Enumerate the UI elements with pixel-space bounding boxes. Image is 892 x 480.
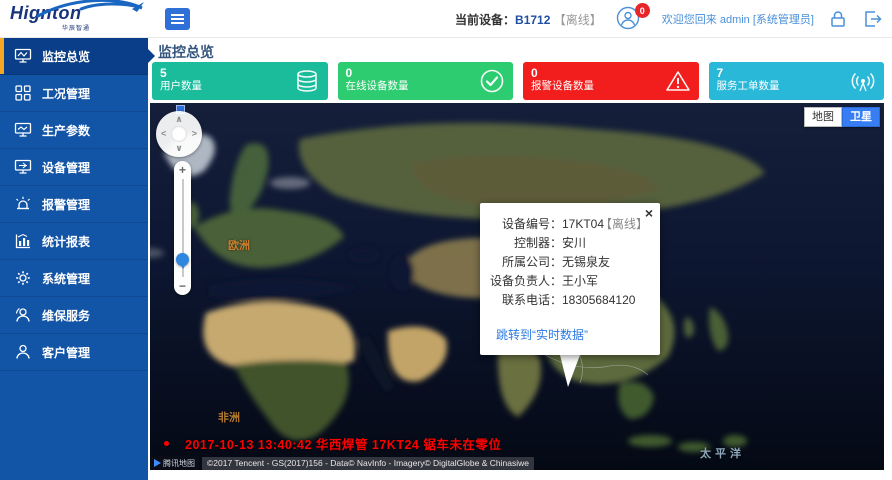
map-zoom-slider[interactable]: + − <box>174 161 191 295</box>
current-device-status: 【离线】 <box>554 13 602 27</box>
stat-cards-row: 5 用户数量 0 在线设备数量 0 报警设备数量 7 服务工单数量 <box>152 62 884 100</box>
page-title: 监控总览 <box>158 42 214 62</box>
alarm-ticker: 2017-10-13 13:40:42 华西焊管 17KT24 锯车未在零位 <box>164 434 501 453</box>
logo-swoosh-icon <box>36 0 146 18</box>
brand-logo: Hignton 华辰智通 <box>10 3 148 37</box>
popup-device-status: 【离线】 <box>600 215 648 234</box>
broadcast-icon <box>850 68 876 94</box>
lock-icon[interactable] <box>828 9 848 29</box>
menu-toggle-button[interactable] <box>165 8 190 30</box>
sidebar-item-label: 工况管理 <box>42 85 90 102</box>
gear-icon <box>14 269 32 287</box>
production-params-icon <box>14 121 32 139</box>
sidebar-item-customer-management[interactable]: 客户管理 <box>0 334 148 371</box>
sidebar-item-work-condition[interactable]: 工况管理 <box>0 75 148 112</box>
current-device-value: B1712 <box>515 13 550 27</box>
bar-chart-icon <box>14 232 32 250</box>
stat-card-online-devices: 0 在线设备数量 <box>338 62 514 100</box>
sidebar-item-device-management[interactable]: 设备管理 <box>0 149 148 186</box>
map-label-pacific: 太平洋 <box>700 445 745 461</box>
sidebar-item-maintenance-service[interactable]: 维保服务 <box>0 297 148 334</box>
welcome-text: 欢迎您回来 admin [系统管理员] <box>662 11 814 27</box>
device-management-icon <box>14 158 32 176</box>
monitor-overview-icon <box>14 47 32 65</box>
stat-card-work-orders: 7 服务工单数量 <box>709 62 885 100</box>
sidebar-item-label: 系统管理 <box>42 270 90 287</box>
sidebar-item-production-params[interactable]: 生产参数 <box>0 112 148 149</box>
sidebar-nav: 监控总览 工况管理 生产参数 设备管理 报警管理 统计报表 系统管理 <box>0 38 148 480</box>
map-label-europe: 欧洲 <box>228 237 250 253</box>
map-attribution: 腾讯地图 ©2017 Tencent - GS(2017)156 - Data©… <box>150 456 534 470</box>
notification-badge: 0 <box>635 3 650 18</box>
customer-person-icon <box>14 343 32 361</box>
pan-center-button[interactable] <box>171 126 187 142</box>
stat-card-alarm-devices: 0 报警设备数量 <box>523 62 699 100</box>
current-device-label: 当前设备： <box>455 13 515 27</box>
current-device-info: 当前设备：B1712 【离线】 <box>455 11 602 28</box>
stat-card-users: 5 用户数量 <box>152 62 328 100</box>
sidebar-item-label: 监控总览 <box>42 48 90 65</box>
map-pan-control[interactable]: ∧ ∨ < > <box>156 111 202 157</box>
zoom-knob[interactable] <box>176 253 189 266</box>
map-label-africa: 非洲 <box>218 409 240 425</box>
device-info-popup: × 设备编号： 17KT04 【离线】 控制器： 安川 所属公司： 无锡泉友 设… <box>480 203 660 355</box>
sidebar-item-label: 设备管理 <box>42 159 90 176</box>
zoom-out-button[interactable]: − <box>174 279 191 293</box>
popup-row-phone: 联系电话： 18305684120 <box>488 291 650 310</box>
brand-subtitle: 华辰智通 <box>62 23 90 32</box>
ticker-bullet-icon <box>164 441 169 446</box>
ticker-message: 2017-10-13 13:40:42 华西焊管 17KT24 锯车未在零位 <box>185 434 501 453</box>
realtime-data-link[interactable]: 跳转到“实时数据” <box>496 326 588 343</box>
popup-row-company: 所属公司： 无锡泉友 <box>488 253 650 272</box>
username: admin <box>720 14 750 26</box>
user-notification-button[interactable]: 0 <box>616 6 642 32</box>
check-circle-icon <box>479 68 505 94</box>
map-type-toggle: 地图 卫星 <box>804 107 880 127</box>
attribution-text: ©2017 Tencent - GS(2017)156 - Data© NavI… <box>202 457 534 470</box>
pan-down-button[interactable]: ∨ <box>175 144 182 153</box>
sidebar-item-label: 统计报表 <box>42 233 90 250</box>
zoom-in-button[interactable]: + <box>174 163 191 177</box>
map-view-button[interactable]: 地图 <box>804 107 842 127</box>
sidebar-item-label: 报警管理 <box>42 196 90 213</box>
sidebar-item-label: 维保服务 <box>42 307 90 324</box>
sidebar-item-system-management[interactable]: 系统管理 <box>0 260 148 297</box>
alarm-siren-icon <box>14 195 32 213</box>
top-header: Hignton 华辰智通 当前设备：B1712 【离线】 0 欢迎您回来 adm… <box>0 0 892 38</box>
pan-left-button[interactable]: < <box>161 130 166 139</box>
popup-row-owner: 设备负责人： 王小军 <box>488 272 650 291</box>
sidebar-item-monitor-overview[interactable]: 监控总览 <box>0 38 148 75</box>
user-role: [系统管理员] <box>753 14 814 26</box>
pan-right-button[interactable]: > <box>192 130 197 139</box>
world-map-panel: 欧洲 非洲 中 国 太平洋 ∧ ∨ < > + − 地图 卫星 × 设备编号： … <box>150 103 884 470</box>
map-logo-icon <box>154 459 161 467</box>
popup-row-controller: 控制器： 安川 <box>488 234 650 253</box>
hamburger-icon <box>171 14 184 16</box>
grid-icon <box>14 84 32 102</box>
sidebar-item-statistics-report[interactable]: 统计报表 <box>0 223 148 260</box>
satellite-view-button[interactable]: 卫星 <box>842 107 880 127</box>
database-icon <box>294 68 320 94</box>
logout-icon[interactable] <box>862 9 882 29</box>
sidebar-item-label: 生产参数 <box>42 122 90 139</box>
pan-up-button[interactable]: ∧ <box>175 115 182 124</box>
popup-row-device-id: 设备编号： 17KT04 【离线】 <box>488 215 650 234</box>
maintenance-person-icon <box>14 306 32 324</box>
warning-triangle-icon <box>665 68 691 94</box>
sidebar-item-label: 客户管理 <box>42 344 90 361</box>
tencent-map-logo: 腾讯地图 <box>150 456 199 470</box>
sidebar-item-alarm-management[interactable]: 报警管理 <box>0 186 148 223</box>
